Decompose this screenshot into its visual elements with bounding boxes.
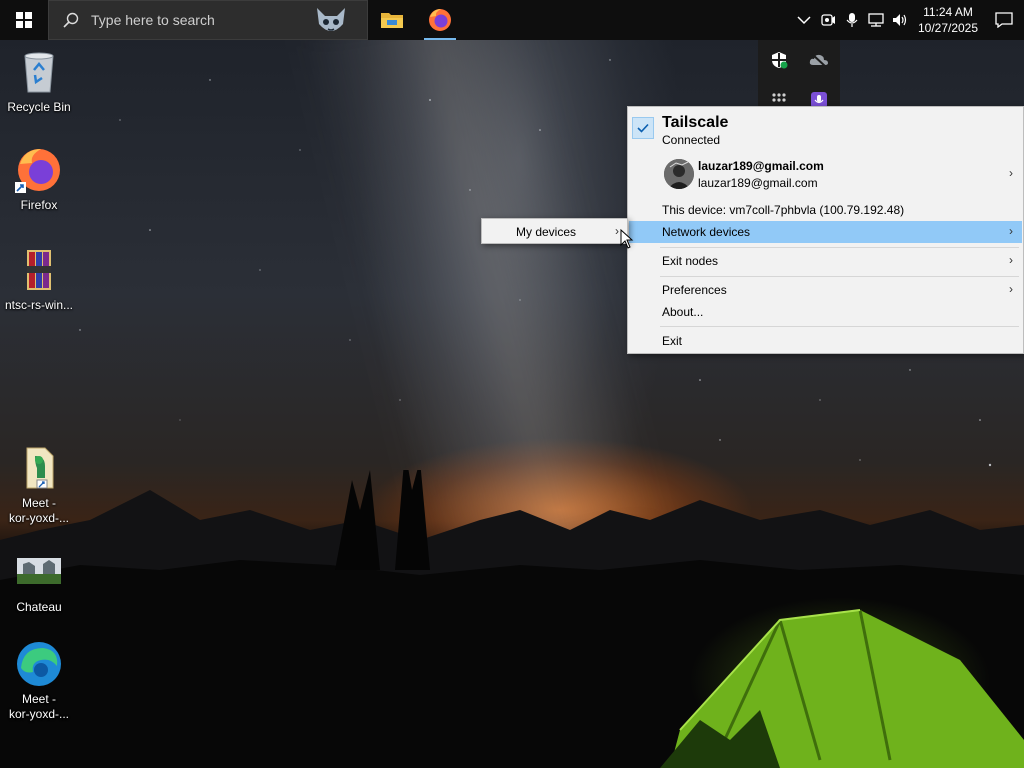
tailscale-title: Tailscale: [662, 114, 729, 131]
firefox-icon: [429, 9, 451, 31]
checkmark-icon: [637, 123, 649, 133]
exit-nodes-label: Exit nodes: [662, 254, 719, 268]
chevron-right-icon: ›: [1009, 282, 1013, 296]
network-devices-label: Network devices: [662, 225, 751, 239]
menu-item-exit-nodes[interactable]: Exit nodes ›: [628, 251, 1023, 273]
desktop-icon-ntsc-rs[interactable]: ntsc-rs-win...: [1, 246, 77, 313]
desktop-icon-meet-edge[interactable]: Meet - kor-yoxd-...: [1, 640, 77, 722]
account-name: lauzar189@gmail.com: [698, 159, 824, 173]
search-highlight-mascot-icon: [317, 8, 345, 31]
network-devices-submenu: My devices ›: [481, 218, 628, 244]
winrar-archive-icon: [15, 246, 63, 294]
desktop-icon-label-line2: kor-yoxd-...: [8, 511, 69, 525]
clock-date: 10/27/2025: [917, 21, 979, 35]
chevron-right-icon: ›: [615, 224, 619, 238]
tray-volume[interactable]: [888, 0, 912, 40]
account-email: lauzar189@gmail.com: [698, 176, 818, 190]
notification-icon: [995, 12, 1013, 28]
clock-time: 11:24 AM: [923, 5, 973, 19]
tent: [660, 609, 1024, 768]
security-shield-icon: [772, 52, 788, 69]
chevron-right-icon: ›: [1009, 253, 1013, 267]
menu-separator: [660, 326, 1019, 327]
taskbar-firefox[interactable]: [416, 0, 464, 40]
desktop-icon-chateau[interactable]: Chateau: [1, 548, 77, 615]
my-devices-label: My devices: [516, 225, 577, 239]
tray-security[interactable]: [767, 48, 791, 72]
menu-item-this-device: This device: vm7coll-7phbvla (100.79.192…: [628, 200, 1023, 220]
connection-status: Connected: [662, 133, 721, 147]
desktop-icon-label-line2: kor-yoxd-...: [8, 707, 69, 721]
folder-icon: [381, 13, 403, 28]
microphone-icon: [846, 13, 858, 27]
taskbar-search-box[interactable]: Type here to search: [48, 0, 368, 40]
system-tray: 11:24 AM 10/27/2025: [792, 0, 1024, 40]
desktop-icon-label: Recycle Bin: [7, 100, 71, 114]
this-device-label: This device: vm7coll-7phbvla (100.79.192…: [662, 203, 905, 217]
firefox-icon: [15, 146, 63, 194]
windows-logo-icon: [16, 12, 32, 28]
start-button[interactable]: [0, 0, 48, 40]
edge-icon: [15, 640, 63, 688]
menu-item-exit[interactable]: Exit: [628, 331, 1023, 353]
chevron-right-icon: ›: [1009, 224, 1013, 238]
speaker-icon: [893, 14, 907, 26]
onedrive-offline-icon: [809, 53, 828, 68]
desktop-icon-label-line1: Meet -: [21, 692, 56, 706]
search-icon: [63, 12, 79, 28]
shortcut-file-icon: [15, 444, 63, 492]
about-label: About...: [662, 305, 704, 319]
tray-network[interactable]: [864, 0, 888, 40]
desktop-icon-recycle-bin[interactable]: Recycle Bin: [1, 48, 77, 115]
preferences-label: Preferences: [662, 283, 727, 297]
menu-item-preferences[interactable]: Preferences ›: [628, 280, 1023, 302]
webcam-icon: [821, 14, 835, 26]
taskbar-file-explorer[interactable]: [368, 0, 416, 40]
desktop-icon-label: Firefox: [20, 198, 58, 212]
tray-webcam[interactable]: [816, 0, 840, 40]
action-center-button[interactable]: [984, 0, 1024, 40]
exit-label: Exit: [662, 334, 683, 348]
connected-check-box[interactable]: [632, 117, 654, 139]
desktop-icon-label: ntsc-rs-win...: [4, 298, 73, 312]
desktop-icon-label-line1: Meet -: [21, 496, 56, 510]
chevron-up-icon: [797, 16, 811, 25]
taskbar: Type here to search 11:24 AM 10/27/2025: [0, 0, 1024, 40]
tailscale-menu: Tailscale Connected lauzar189@gmail.com …: [627, 106, 1024, 354]
menu-item-about[interactable]: About...: [628, 302, 1023, 324]
menu-item-my-devices[interactable]: My devices ›: [482, 219, 627, 243]
mouse-pointer-icon: [620, 229, 634, 249]
search-placeholder: Type here to search: [91, 12, 215, 28]
image-thumbnail-icon: [15, 548, 63, 596]
chevron-right-icon: ›: [1009, 166, 1013, 180]
menu-separator: [660, 247, 1019, 248]
menu-item-account[interactable]: lauzar189@gmail.com lauzar189@gmail.com …: [628, 155, 1023, 193]
desktop-icon-meet-shortcut-1[interactable]: Meet - kor-yoxd-...: [1, 444, 77, 526]
recycle-bin-icon: [15, 48, 63, 96]
tray-microphone[interactable]: [840, 0, 864, 40]
show-hidden-icons-button[interactable]: [792, 0, 816, 40]
network-icon: [868, 13, 884, 27]
account-avatar: [664, 159, 694, 189]
tray-overflow-panel: [758, 40, 840, 110]
menu-separator: [660, 276, 1019, 277]
tray-onedrive[interactable]: [807, 48, 831, 72]
desktop-icon-label: Chateau: [16, 600, 62, 614]
taskbar-clock[interactable]: 11:24 AM 10/27/2025: [916, 4, 980, 36]
menu-item-network-devices[interactable]: Network devices ›: [629, 221, 1022, 243]
desktop-icon-firefox[interactable]: Firefox: [1, 146, 77, 213]
